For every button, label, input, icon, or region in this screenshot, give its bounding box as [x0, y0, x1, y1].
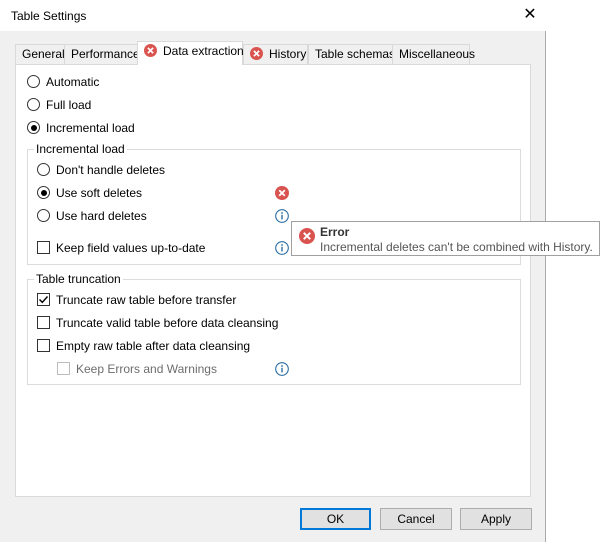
- tab-panel-data-extraction: Automatic Full load Incremental load Inc…: [15, 64, 531, 497]
- info-icon[interactable]: [275, 209, 289, 223]
- radio-button[interactable]: [27, 98, 40, 111]
- window-title: Table Settings: [11, 9, 87, 23]
- tab-label: General: [22, 47, 65, 61]
- radio-label: Don't handle deletes: [56, 163, 166, 177]
- checkbox: [57, 362, 70, 375]
- checkbox[interactable]: [37, 316, 50, 329]
- group-legend: Table truncation: [34, 272, 123, 286]
- radio-label: Use hard deletes: [56, 209, 147, 223]
- close-icon[interactable]: ✕: [518, 4, 542, 26]
- tab-label: Miscellaneous: [399, 47, 476, 61]
- info-icon[interactable]: [275, 241, 289, 255]
- tab-history[interactable]: History: [243, 44, 308, 64]
- radio-button[interactable]: [37, 186, 50, 199]
- error-icon: [250, 47, 263, 61]
- checkbox-label: Empty raw table after data cleansing: [56, 339, 251, 353]
- error-icon: [144, 44, 157, 58]
- radio-button[interactable]: [37, 163, 50, 176]
- cancel-button[interactable]: Cancel: [380, 508, 452, 530]
- tab-miscellaneous[interactable]: Miscellaneous: [392, 44, 475, 64]
- info-icon[interactable]: [275, 362, 289, 376]
- radio-button[interactable]: [37, 209, 50, 222]
- tab-label: Performance: [71, 47, 140, 61]
- apply-button[interactable]: Apply: [460, 508, 532, 530]
- tab-label: History: [269, 47, 307, 61]
- checkbox-label: Keep Errors and Warnings: [76, 362, 217, 376]
- tooltip-message: Incremental deletes can't be combined wi…: [320, 240, 593, 254]
- table-settings-dialog: Table Settings ✕ General Performance Dat…: [0, 0, 546, 542]
- tab-performance[interactable]: Performance: [64, 44, 145, 64]
- tab-label: Data extraction: [163, 44, 244, 58]
- error-tooltip: Error Incremental deletes can't be combi…: [291, 221, 600, 256]
- group-legend: Incremental load: [34, 142, 127, 156]
- tab-table-schemas[interactable]: Table schemas: [308, 44, 396, 64]
- checkbox-label: Keep field values up-to-date: [56, 241, 206, 255]
- error-icon[interactable]: [275, 186, 289, 200]
- checkbox[interactable]: [37, 293, 50, 306]
- radio-label: Use soft deletes: [56, 186, 143, 200]
- checkbox[interactable]: [37, 339, 50, 352]
- radio-button[interactable]: [27, 121, 40, 134]
- checkbox[interactable]: [37, 241, 50, 254]
- tooltip-title: Error: [320, 225, 350, 239]
- radio-label: Automatic: [46, 75, 100, 89]
- title-bar: Table Settings ✕: [0, 0, 546, 31]
- tab-general[interactable]: General: [15, 44, 65, 64]
- checkbox-label: Truncate valid table before data cleansi…: [56, 316, 279, 330]
- radio-label: Full load: [46, 98, 92, 112]
- checkbox-label: Truncate raw table before transfer: [56, 293, 237, 307]
- radio-label: Incremental load: [46, 121, 135, 135]
- table-truncation-group: Table truncation Truncate raw table befo…: [27, 272, 521, 385]
- radio-button[interactable]: [27, 75, 40, 88]
- checkmark-icon: [39, 296, 49, 304]
- tab-data-extraction[interactable]: Data extraction: [137, 41, 244, 65]
- error-icon: [299, 228, 315, 244]
- tab-label: Table schemas: [315, 47, 396, 61]
- ok-button[interactable]: OK: [300, 508, 371, 530]
